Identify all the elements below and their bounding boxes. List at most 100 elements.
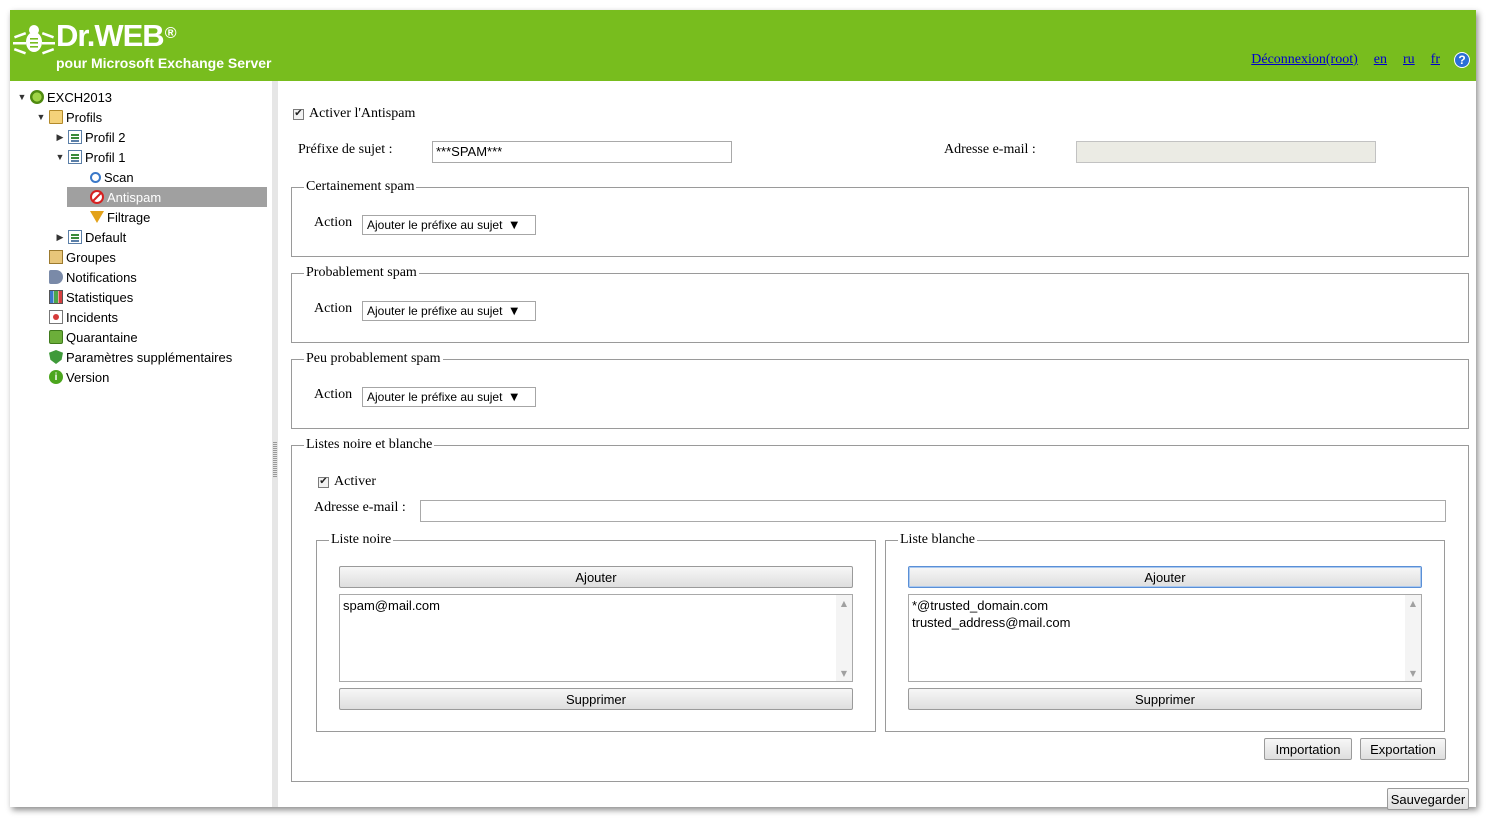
scroll-down-arrow-icon[interactable]: ▼ <box>1405 665 1421 681</box>
antispam-settings-panel: ✔ Activer l'Antispam Préfixe de sujet : … <box>278 81 1476 810</box>
subject-prefix-label: Préfixe de sujet : <box>298 142 393 157</box>
lists-enable-row: ✔ Activer <box>318 474 376 490</box>
scroll-up-arrow-icon[interactable]: ▲ <box>836 595 852 611</box>
lang-link-en[interactable]: en <box>1374 52 1387 68</box>
certain-spam-legend: Certainement spam <box>304 179 417 195</box>
email-label: Adresse e-mail : <box>944 142 1036 157</box>
tree-node-groupes[interactable]: Groupes <box>47 247 116 267</box>
enable-antispam-checkbox[interactable]: ✔ <box>293 108 304 120</box>
lists-email-input[interactable] <box>420 500 1446 522</box>
whitelist-remove-button[interactable]: Supprimer <box>908 688 1422 710</box>
profile-icon <box>68 150 82 164</box>
certain-spam-action-value: Ajouter le préfixe au sujet <box>367 218 503 232</box>
tree-node-antispam[interactable]: Antispam <box>67 187 267 207</box>
certain-spam-action-label: Action <box>314 215 353 230</box>
blacklist-items: spam@mail.com <box>343 597 440 614</box>
subject-prefix-input[interactable]: ***SPAM*** <box>432 141 732 163</box>
tree-node-label: Notifications <box>66 269 137 285</box>
tree-node-label: Filtrage <box>107 209 151 225</box>
lists-enable-label: Activer <box>334 474 376 489</box>
collapsed-arrow-icon[interactable]: ▶ <box>54 132 66 143</box>
tree-node-profils[interactable]: ▼ Profils <box>35 107 103 127</box>
enable-antispam-label: Activer l'Antispam <box>309 106 416 121</box>
expanded-arrow-icon[interactable]: ▼ <box>16 92 28 102</box>
tree-node-label: Incidents <box>66 309 119 325</box>
black-white-lists-group: Listes noire et blanche ✔ Activer Adress… <box>291 437 1469 782</box>
certain-spam-action-select[interactable]: Ajouter le préfixe au sujet ▼ <box>362 215 536 235</box>
import-button[interactable]: Importation <box>1264 738 1352 760</box>
blacklist-listbox[interactable]: spam@mail.com ▲ ▼ <box>339 594 853 682</box>
tree-node-statistiques[interactable]: Statistiques <box>47 287 133 307</box>
blacklist-add-button[interactable]: Ajouter <box>339 566 853 588</box>
unlikely-spam-action-value: Ajouter le préfixe au sujet <box>367 390 503 404</box>
tree-node-scan[interactable]: Scan <box>88 167 134 187</box>
whitelist-scrollbar[interactable]: ▲ ▼ <box>1405 595 1421 681</box>
tree-node-label: Paramètres supplémentaires <box>66 349 233 365</box>
splitter-grip-icon[interactable] <box>273 441 277 477</box>
blacklist-remove-button[interactable]: Supprimer <box>339 688 853 710</box>
blacklist-legend: Liste noire <box>329 532 394 548</box>
tree-node-exch2013[interactable]: ▼ EXCH2013 <box>16 87 113 107</box>
lists-enable-checkbox[interactable]: ✔ <box>318 476 329 488</box>
tree-node-label: Default <box>85 229 127 245</box>
probable-spam-action-select[interactable]: Ajouter le préfixe au sujet ▼ <box>362 301 536 321</box>
tree-node-incidents[interactable]: Incidents <box>47 307 118 327</box>
whitelist-listbox[interactable]: *@trusted_domain.com trusted_address@mai… <box>908 594 1422 682</box>
tree-node-quarantaine[interactable]: Quarantaine <box>47 327 138 347</box>
help-icon[interactable]: ? <box>1454 52 1470 68</box>
export-button[interactable]: Exportation <box>1360 738 1446 760</box>
expanded-arrow-icon[interactable]: ▼ <box>54 152 66 162</box>
save-button[interactable]: Sauvegarder <box>1387 788 1469 810</box>
tree-node-filtrage[interactable]: Filtrage <box>88 207 150 227</box>
megaphone-icon <box>49 270 63 284</box>
dropdown-arrow-icon: ▼ <box>510 391 519 403</box>
certain-spam-group: Certainement spam Action Ajouter le préf… <box>291 179 1469 257</box>
tree-node-label: Profils <box>66 109 103 125</box>
list-item[interactable]: trusted_address@mail.com <box>912 614 1070 631</box>
profile-icon <box>68 130 82 144</box>
app-header: Dr.WEB® pour Microsoft Exchange Server D… <box>10 10 1476 81</box>
probable-spam-group: Probablement spam Action Ajouter le préf… <box>291 265 1469 343</box>
tree-node-notifications[interactable]: Notifications <box>47 267 137 287</box>
probable-spam-action-label: Action <box>314 301 353 316</box>
magnifier-icon <box>90 171 101 183</box>
lists-email-label: Adresse e-mail : <box>314 500 406 515</box>
drweb-spider-logo-icon <box>13 25 55 55</box>
shield-icon <box>49 350 63 364</box>
scroll-up-arrow-icon[interactable]: ▲ <box>1405 595 1421 611</box>
expanded-arrow-icon[interactable]: ▼ <box>35 112 47 122</box>
logout-link[interactable]: Déconnexion(root) <box>1251 52 1358 68</box>
lang-link-ru[interactable]: ru <box>1403 52 1415 68</box>
list-item[interactable]: *@trusted_domain.com <box>912 597 1070 614</box>
tree-node-default[interactable]: ▶ Default <box>54 227 127 247</box>
info-icon: i <box>49 370 63 384</box>
header-links: Déconnexion(root) en ru fr ? <box>1251 50 1470 70</box>
probable-spam-action-value: Ajouter le préfixe au sujet <box>367 304 503 318</box>
list-item[interactable]: spam@mail.com <box>343 597 440 614</box>
tree-node-parametres[interactable]: Paramètres supplémentaires <box>47 347 232 367</box>
collapsed-arrow-icon[interactable]: ▶ <box>54 232 66 243</box>
tree-node-profil-1[interactable]: ▼ Profil 1 <box>54 147 126 167</box>
tree-node-label: Scan <box>104 169 134 185</box>
navigation-tree: ▼ EXCH2013 ▼ Profils ▶ Profil 2 ▼ Profil… <box>10 81 272 807</box>
whitelist-add-button[interactable]: Ajouter <box>908 566 1422 588</box>
brand-subtitle: pour Microsoft Exchange Server <box>56 55 272 71</box>
app-window: Dr.WEB® pour Microsoft Exchange Server D… <box>10 10 1476 810</box>
blacklist-group: Liste noire Ajouter spam@mail.com ▲ ▼ Su… <box>316 532 876 732</box>
unlikely-spam-action-label: Action <box>314 387 353 402</box>
tree-node-label: Quarantaine <box>66 329 138 345</box>
blacklist-scrollbar[interactable]: ▲ ▼ <box>836 595 852 681</box>
tree-node-profil-2[interactable]: ▶ Profil 2 <box>54 127 126 147</box>
enable-antispam-row: ✔ Activer l'Antispam <box>293 106 415 122</box>
scroll-down-arrow-icon[interactable]: ▼ <box>836 665 852 681</box>
incident-icon <box>49 310 63 324</box>
tree-node-label: Profil 2 <box>85 129 126 145</box>
tree-node-label: Statistiques <box>66 289 134 305</box>
black-white-lists-legend: Listes noire et blanche <box>304 437 435 453</box>
no-entry-icon <box>90 190 104 204</box>
tree-node-version[interactable]: i Version <box>47 367 109 387</box>
lang-link-fr[interactable]: fr <box>1431 52 1440 68</box>
unlikely-spam-group: Peu probablement spam Action Ajouter le … <box>291 351 1469 429</box>
unlikely-spam-action-select[interactable]: Ajouter le préfixe au sujet ▼ <box>362 387 536 407</box>
groups-icon <box>49 250 63 264</box>
